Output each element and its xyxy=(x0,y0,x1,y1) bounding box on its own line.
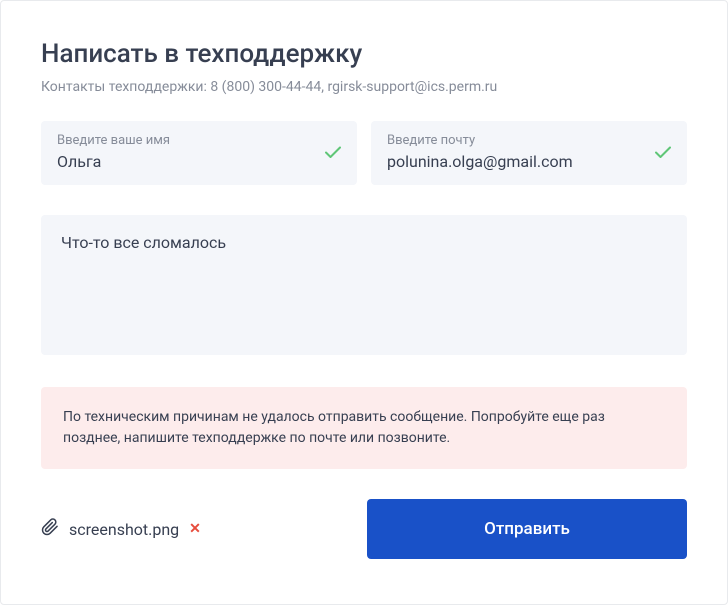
error-text: По техническим причинам не удалось отпра… xyxy=(63,407,665,449)
name-field-label: Введите ваше имя xyxy=(57,133,341,148)
paperclip-icon[interactable] xyxy=(41,518,59,540)
name-input[interactable] xyxy=(57,152,341,171)
support-form-card: Написать в техподдержку Контакты техподд… xyxy=(0,0,728,605)
error-alert: По техническим причинам не удалось отпра… xyxy=(41,387,687,469)
attachment-filename: screenshot.png xyxy=(69,520,179,539)
check-icon xyxy=(655,144,671,163)
attachment-item: screenshot.png ✕ xyxy=(41,518,201,540)
message-textarea[interactable] xyxy=(61,233,667,337)
check-icon xyxy=(325,144,341,163)
remove-attachment-icon[interactable]: ✕ xyxy=(189,521,201,537)
submit-button[interactable]: Отправить xyxy=(367,499,687,559)
email-field-group[interactable]: Введите почту xyxy=(371,121,687,185)
email-field-label: Введите почту xyxy=(387,133,671,148)
name-field-group[interactable]: Введите ваше имя xyxy=(41,121,357,185)
input-row: Введите ваше имя Введите почту xyxy=(41,121,687,185)
message-field-group[interactable] xyxy=(41,215,687,355)
form-footer: screenshot.png ✕ Отправить xyxy=(41,499,687,559)
support-contacts: Контакты техподдержки: 8 (800) 300-44-44… xyxy=(41,79,687,95)
page-title: Написать в техподдержку xyxy=(41,39,687,69)
email-input[interactable] xyxy=(387,152,671,171)
